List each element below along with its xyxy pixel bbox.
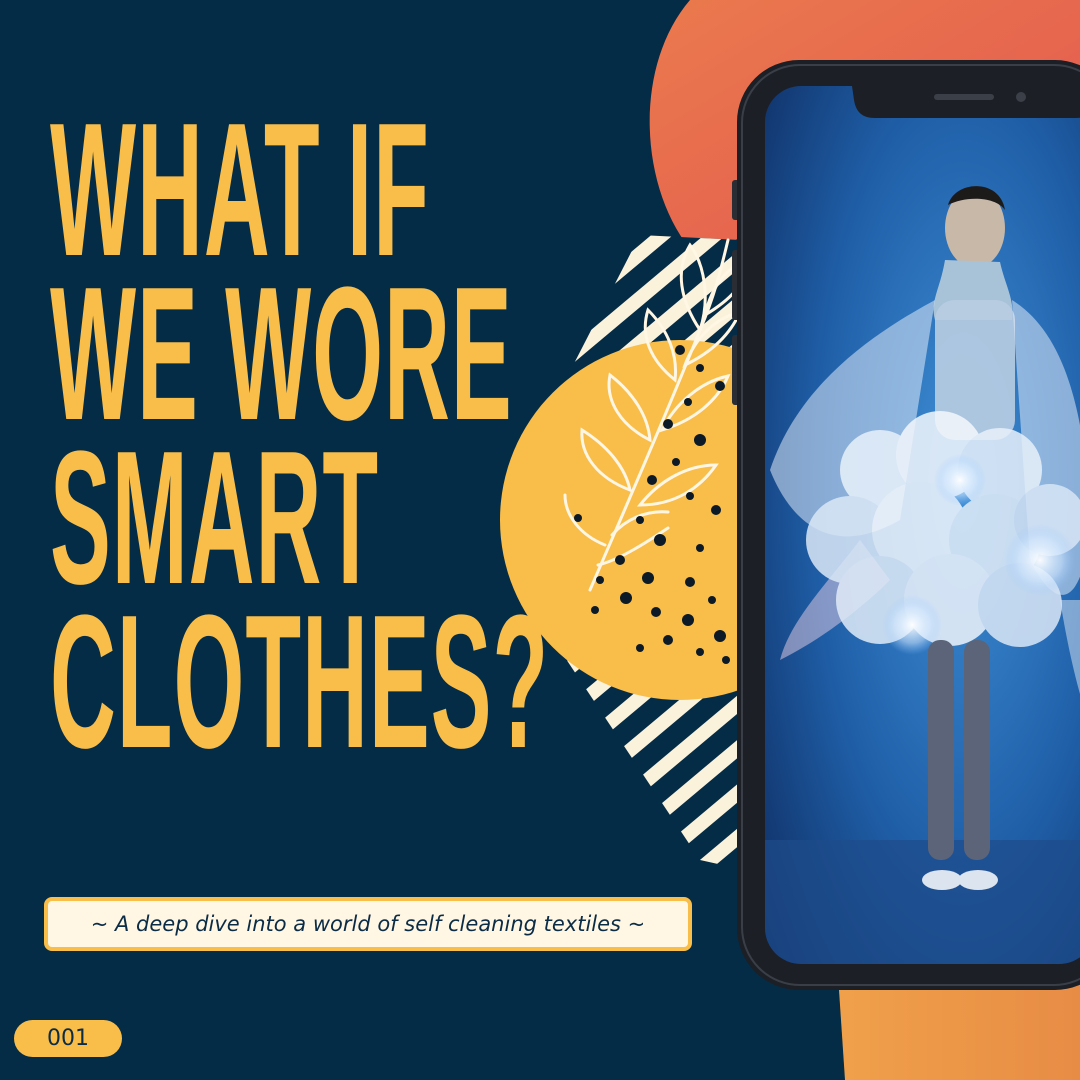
phone-camera [1016,92,1026,102]
headline-line-1: WHAT IF [50,84,430,296]
headline: WHAT IF WE WORE SMART CLOTHES? [50,84,550,788]
phone-screen-photo [765,86,1080,964]
headline-line-4: CLOTHES? [50,576,550,788]
phone-speaker [934,94,994,100]
issue-number: 001 [47,1026,89,1051]
subtitle-text: ~ A deep dive into a world of self clean… [90,912,646,936]
orange-shape-bottom [838,975,1080,1080]
headline-line-2: WE WORE [50,248,513,460]
issue-number-badge: 001 [14,1020,122,1057]
social-post-card: WHAT IF WE WORE SMART CLOTHES? ~ A deep … [0,0,1080,1080]
subtitle-banner: ~ A deep dive into a world of self clean… [44,897,692,951]
phone-notch [852,86,1080,118]
